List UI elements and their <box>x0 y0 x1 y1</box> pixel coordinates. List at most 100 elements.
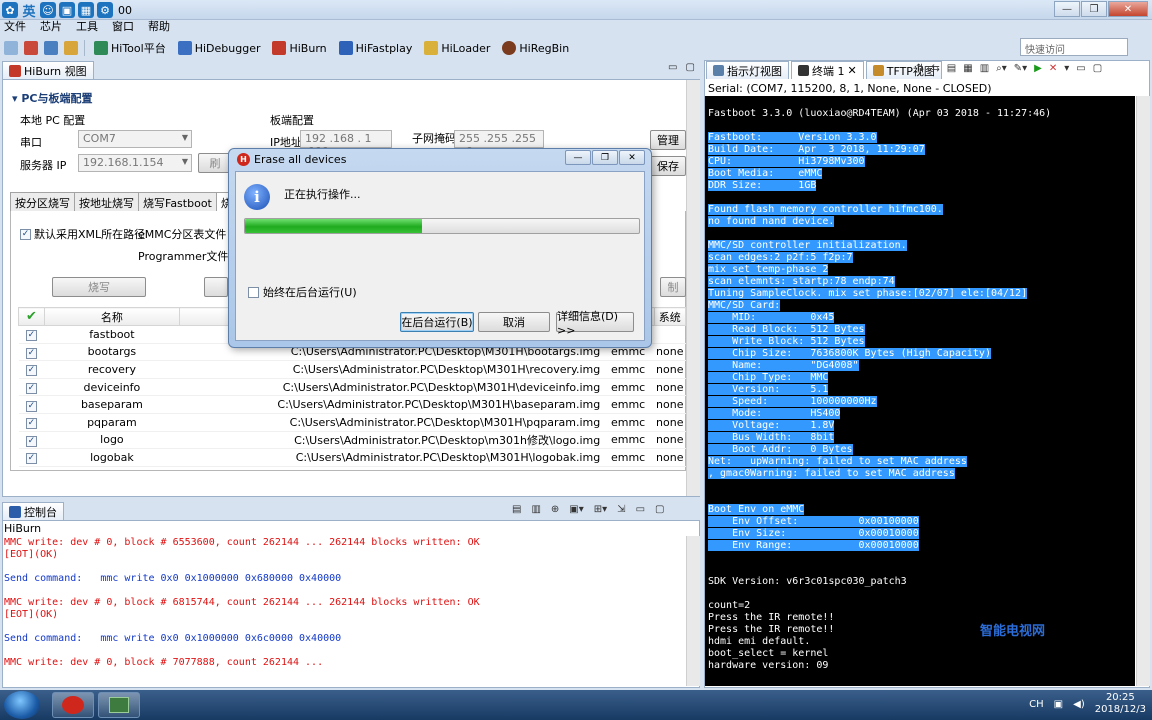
network-icon[interactable]: ▣ <box>1054 699 1063 710</box>
menu-icon[interactable]: ▾ <box>1064 63 1069 74</box>
menu-window[interactable]: 窗口 <box>112 18 134 34</box>
language-indicator[interactable]: CH <box>1029 699 1044 710</box>
start-button[interactable] <box>4 691 40 719</box>
tab-terminal-1[interactable]: 终端 1 ✕ <box>791 61 864 79</box>
hiburn-button[interactable]: HiBurn <box>269 41 329 55</box>
open-console-icon[interactable]: ⊞▾ <box>594 504 607 515</box>
dialog-close-button[interactable]: ✕ <box>619 150 645 165</box>
export-icon[interactable] <box>24 41 38 55</box>
find-icon[interactable]: ⌕▾ <box>996 63 1007 74</box>
taskbar-board-app[interactable] <box>98 692 140 718</box>
clock[interactable]: 20:25 2018/12/3 <box>1095 692 1146 716</box>
terminal-output[interactable]: Fastboot 3.3.0 (luoxiao@RD4TEAM) (Apr 03… <box>705 96 1135 686</box>
smile-icon[interactable]: ☺ <box>40 2 56 18</box>
manage-button[interactable]: 管理 <box>650 130 686 150</box>
ime-lang-label[interactable]: 英 <box>21 2 37 20</box>
image-icon[interactable]: ▣ <box>59 2 75 18</box>
cancel-button[interactable]: 取消 <box>478 312 550 332</box>
close-tab-icon[interactable]: ✕ <box>848 64 857 77</box>
terminal-scrollbar[interactable] <box>1136 96 1150 686</box>
export-console-icon[interactable]: ⇲ <box>617 504 625 515</box>
hifastplay-button[interactable]: HiFastplay <box>336 41 416 55</box>
right-partial-button[interactable]: 制 <box>660 277 686 297</box>
clear-icon[interactable]: ▦ <box>963 63 972 74</box>
settings-icon[interactable]: ▤ <box>947 63 956 74</box>
hidebugger-button[interactable]: HiDebugger <box>175 41 264 55</box>
paw-icon[interactable]: ✿ <box>2 2 18 18</box>
secondary-button[interactable] <box>204 277 228 297</box>
details-button[interactable]: 详细信息(D) >> <box>556 310 634 337</box>
server-ip-select[interactable]: 192.168.1.154 ▼ <box>78 154 192 172</box>
close-button[interactable]: ✕ <box>1108 1 1148 17</box>
taskbar-hitool-app[interactable] <box>52 692 94 718</box>
stop-icon[interactable]: ✕ <box>1049 63 1057 74</box>
console-maximize-icon[interactable]: ▢ <box>655 504 664 515</box>
hitool-button[interactable]: HiTool平台 <box>91 40 169 56</box>
display-console-icon[interactable]: ▣▾ <box>569 504 583 515</box>
burn-button[interactable]: 烧写 <box>52 277 146 297</box>
dialog-minimize-button[interactable]: — <box>565 150 591 165</box>
row-checkbox[interactable]: ✓ <box>18 431 45 450</box>
console-scrollbar[interactable] <box>686 536 700 686</box>
tab-hiburn-view[interactable]: HiBurn 视图 <box>2 61 94 79</box>
pin-console-icon[interactable]: ⊕ <box>551 504 559 515</box>
maximize-button[interactable]: ❐ <box>1081 1 1107 17</box>
menu-tools[interactable]: 工具 <box>76 18 98 34</box>
run-in-background-button[interactable]: 在后台运行(B) <box>400 312 474 332</box>
menu-file[interactable]: 文件 <box>4 18 26 34</box>
tab-burn-by-partition[interactable]: 按分区烧写 <box>10 192 75 211</box>
plugin-icon[interactable] <box>64 41 78 55</box>
row-checkbox[interactable]: ✓ <box>18 378 45 397</box>
refresh-button[interactable]: 刷 <box>198 153 232 173</box>
gear-icon[interactable]: ⚙ <box>97 2 113 18</box>
dialog-maximize-button[interactable]: ❐ <box>592 150 618 165</box>
subnet-mask-input[interactable]: 255 .255 .255 . 0 <box>454 130 544 158</box>
save-button[interactable]: 保存 <box>650 156 686 176</box>
table-row[interactable]: ✓ deviceinfo C:\Users\Administrator.PC\Des… <box>18 378 686 397</box>
table-row[interactable]: ✓ baseparam C:\Users\Administrator.PC\Desk… <box>18 395 686 414</box>
row-checkbox[interactable]: ✓ <box>18 395 45 414</box>
view-minimize-icon[interactable]: ▭ <box>668 62 677 73</box>
tab-console[interactable]: 控制台 <box>2 502 64 520</box>
row-checkbox[interactable]: ✓ <box>18 343 45 362</box>
pin-icon[interactable]: ✎▾ <box>1014 63 1027 74</box>
row-checkbox[interactable]: ✓ <box>18 325 45 344</box>
console-minimize-icon[interactable]: ▭ <box>636 504 645 515</box>
open-icon[interactable] <box>4 41 18 55</box>
column-name[interactable]: 名称 <box>43 307 180 326</box>
volume-icon[interactable]: ◀) <box>1073 699 1085 710</box>
row-checkbox[interactable]: ✓ <box>18 360 45 379</box>
use-xml-path-checkbox[interactable]: ✓ 默认采用XML所在路径 <box>20 226 145 242</box>
select-all-header[interactable]: ✔ <box>18 307 45 326</box>
terminal-maximize-icon[interactable]: ▢ <box>1093 63 1102 74</box>
quick-access-input[interactable]: 快速访问 <box>1020 38 1128 56</box>
view-maximize-icon[interactable]: ▢ <box>685 62 694 73</box>
always-background-checkbox[interactable]: 始终在后台运行(U) <box>248 284 357 300</box>
table-row[interactable]: ✓ pqparam C:\Users\Administrator.PC\Deskto… <box>18 413 686 432</box>
tab-indicator-view[interactable]: 指示灯视图 <box>706 61 789 79</box>
serial-port-select[interactable]: COM7 ▼ <box>78 130 192 148</box>
tab-burn-fastboot[interactable]: 烧写Fastboot <box>138 192 217 211</box>
disconnect-icon[interactable]: ⇆ <box>931 63 939 74</box>
grid-icon[interactable]: ▦ <box>78 2 94 18</box>
ip-address-input[interactable]: 192 .168 . 1 .111 <box>300 130 392 158</box>
table-row[interactable]: ✓ logo C:\Users\Administrator.PC\Desktop\m… <box>18 431 686 450</box>
tools-icon[interactable] <box>44 41 58 55</box>
scroll-lock-icon[interactable]: ▥ <box>531 504 540 515</box>
hiloader-button[interactable]: HiLoader <box>421 41 493 55</box>
row-checkbox[interactable]: ✓ <box>18 448 45 467</box>
table-row[interactable]: ✓ recovery C:\Users\Administrator.PC\Deskt… <box>18 360 686 379</box>
row-checkbox[interactable]: ✓ <box>18 413 45 432</box>
table-row[interactable]: ✓ logobak C:\Users\Administrator.PC\Deskto… <box>18 448 686 467</box>
tab-burn-by-address[interactable]: 按地址烧写 <box>74 192 139 211</box>
menu-chip[interactable]: 芯片 <box>40 18 62 34</box>
hiburn-scrollbar[interactable] <box>686 80 700 496</box>
terminal-minimize-icon[interactable]: ▭ <box>1076 63 1085 74</box>
minimize-button[interactable]: — <box>1054 1 1080 17</box>
column-fs[interactable]: 系统 <box>653 307 687 326</box>
hiregbin-button[interactable]: HiRegBin <box>499 41 572 55</box>
connect-icon[interactable]: ⇅ <box>916 63 924 74</box>
scroll-icon[interactable]: ▥ <box>980 63 989 74</box>
run-icon[interactable]: ▶ <box>1034 63 1042 74</box>
menu-help[interactable]: 帮助 <box>148 18 170 34</box>
